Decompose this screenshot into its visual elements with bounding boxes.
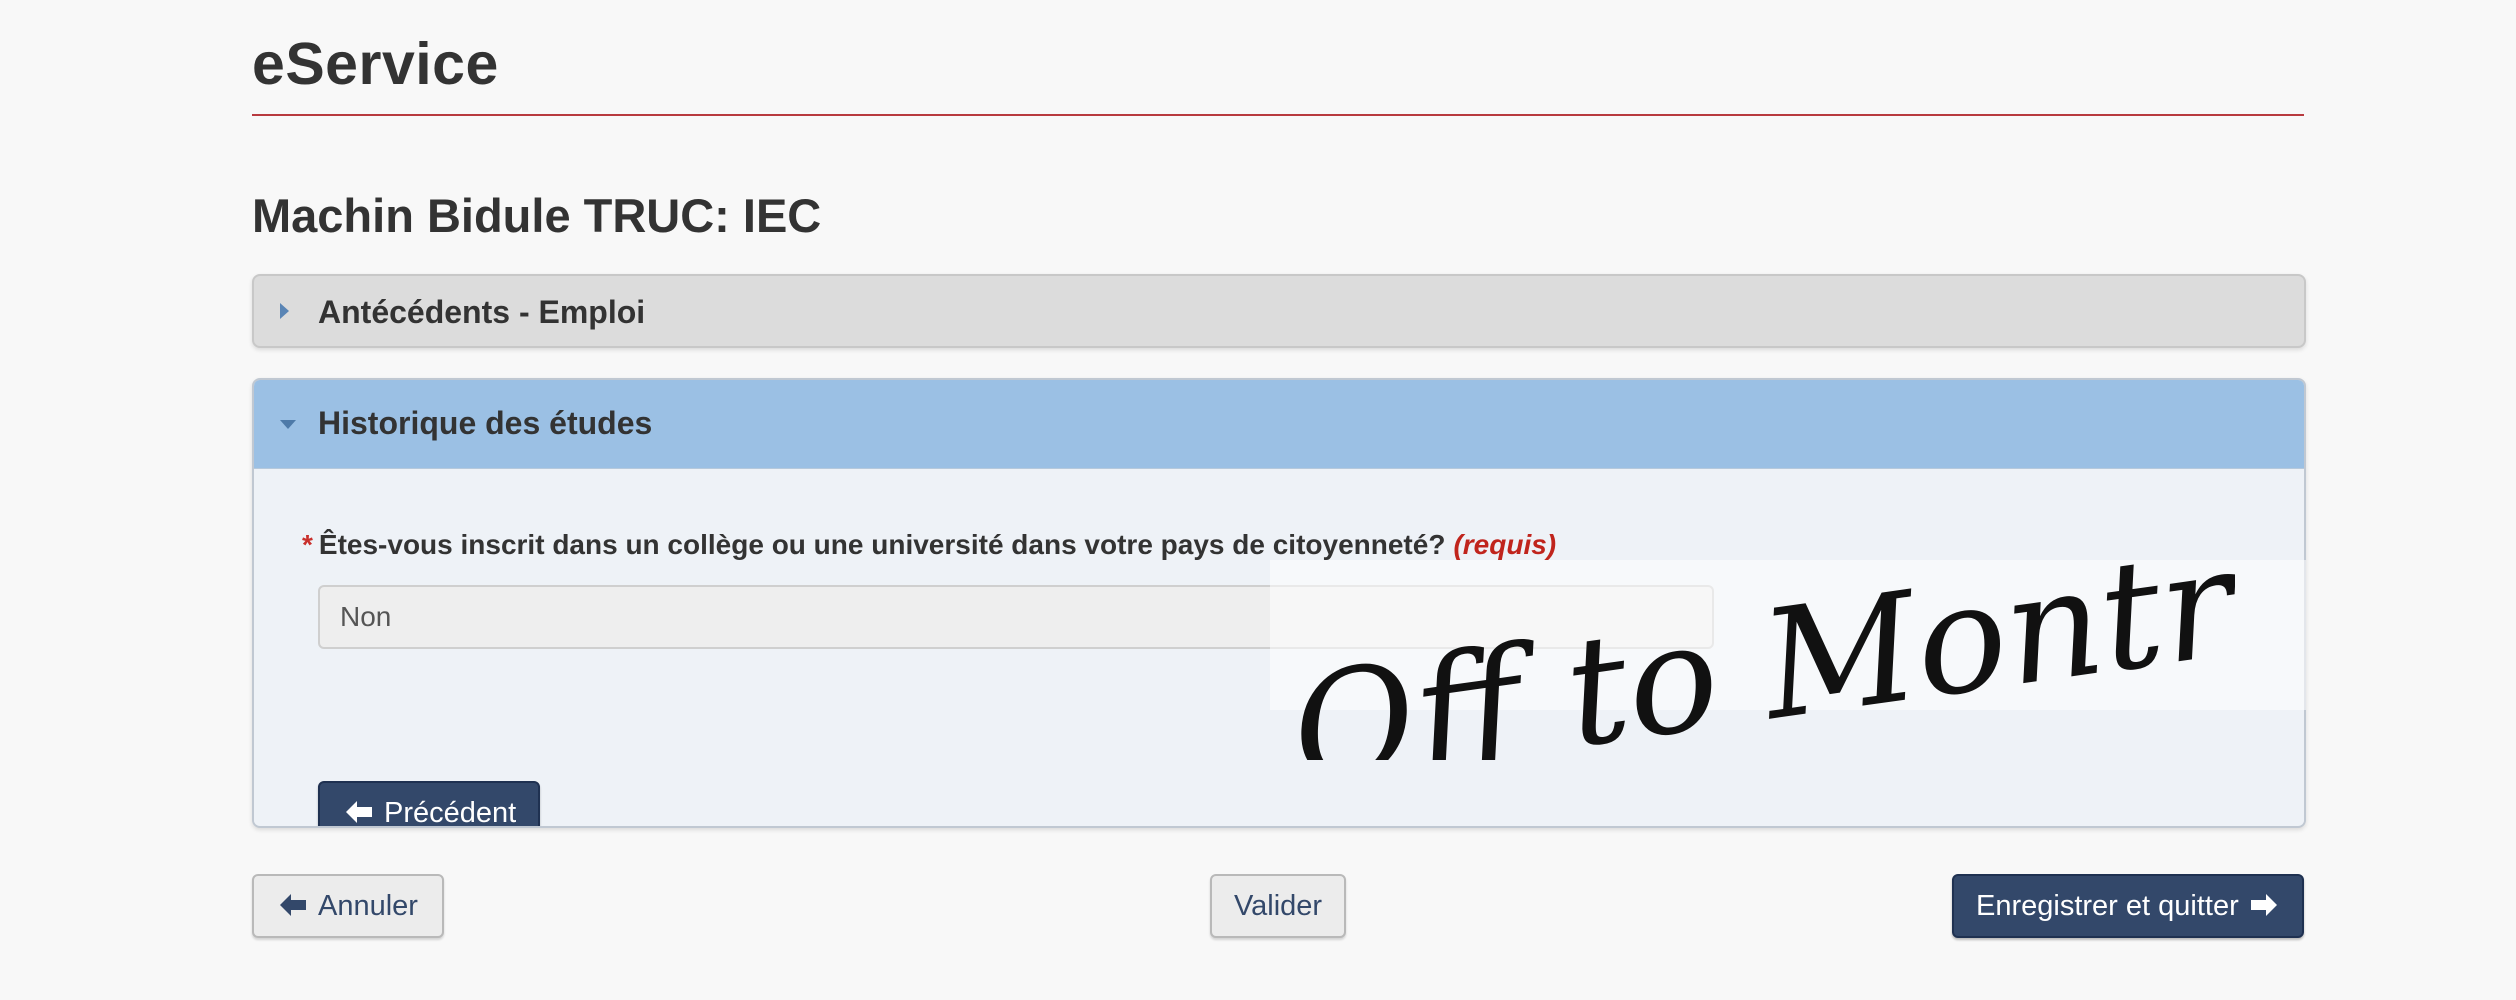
main-container: eService Machin Bidule TRUC: IEC Antécéd… [252,0,2306,938]
panel-education-history: Historique des études * Êtes-vous inscrit… [252,378,2306,828]
cancel-button-label: Annuler [318,890,418,922]
validate-button[interactable]: Valider [1210,874,1346,938]
required-label: (requis) [1453,529,1557,560]
app-header: eService [252,0,2304,116]
previous-button[interactable]: Précédent [318,781,540,828]
enrolled-answer-field[interactable]: Non [318,585,1714,649]
caret-down-icon [280,420,296,429]
arrow-right-icon [2250,894,2277,917]
panel-employment-history-title: Antécédents - Emploi [318,294,646,330]
panel-employment-history: Antécédents - Emploi [252,274,2306,348]
cancel-button[interactable]: Annuler [252,874,444,938]
page-title: Machin Bidule TRUC: IEC [252,189,822,242]
panel-education-history-title: Historique des études [318,405,653,441]
page: eService Machin Bidule TRUC: IEC Antécéd… [0,0,2516,1000]
panel-education-history-toggle[interactable]: Historique des études [254,380,2304,469]
question-label: * Êtes-vous inscrit dans un collège ou un… [302,529,1556,561]
arrow-left-icon [280,894,306,917]
required-asterisk: * [302,529,313,560]
question-text: Êtes-vous inscrit dans un collège ou une… [318,529,1446,560]
save-and-quit-button[interactable]: Enregistrer et quitter [1952,874,2304,938]
previous-button-label: Précédent [384,797,517,828]
caret-right-icon [280,303,289,319]
app-title: eService [252,31,499,97]
save-and-quit-button-label: Enregistrer et quitter [1976,890,2239,922]
arrow-left-icon [346,801,372,824]
panel-employment-history-toggle[interactable]: Antécédents - Emploi [254,276,2304,346]
panel-education-history-body: * Êtes-vous inscrit dans un collège ou un… [254,469,2304,828]
